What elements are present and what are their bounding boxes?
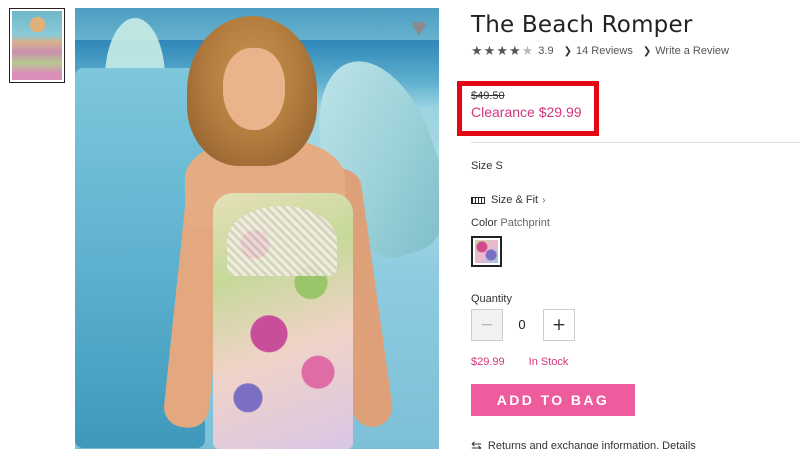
- quantity-decrement-button[interactable]: −: [471, 309, 503, 341]
- image-face: [223, 48, 285, 130]
- rating-value: 3.9: [538, 45, 554, 57]
- rating-row: ★★★★★ 3.9 ❯ 14 Reviews ❯ Write a Review: [471, 43, 729, 59]
- write-review-link[interactable]: ❯ Write a Review: [643, 45, 729, 57]
- divider: [471, 142, 800, 143]
- star-icon: ★: [471, 43, 484, 58]
- returns-text: Returns and exchange information. Detail…: [487, 440, 696, 449]
- star-rating[interactable]: ★★★★★: [471, 43, 534, 59]
- color-swatch-patchprint[interactable]: [471, 236, 502, 267]
- stock-row: $29.99 In Stock: [471, 356, 568, 368]
- color-value: Patchprint: [500, 217, 550, 229]
- quantity-value[interactable]: 0: [509, 317, 535, 332]
- quantity-increment-button[interactable]: +: [543, 309, 575, 341]
- star-empty-icon: ★: [521, 43, 535, 58]
- heart-icon[interactable]: ♥: [406, 14, 432, 40]
- star-icon: ★: [496, 43, 509, 58]
- write-review-label: Write a Review: [655, 45, 729, 57]
- add-to-bag-button[interactable]: ADD TO BAG: [471, 384, 635, 416]
- star-icon: ★: [508, 43, 522, 58]
- thumbnail-image: [12, 11, 62, 80]
- main-product-image: [75, 8, 439, 449]
- ruler-icon: [471, 196, 485, 204]
- product-thumbnail[interactable]: [9, 8, 65, 83]
- original-price: $49.50: [471, 90, 505, 102]
- size-selection: Size S: [471, 160, 503, 172]
- product-title: The Beach Romper: [471, 12, 693, 38]
- size-fit-label: Size & Fit: [491, 194, 539, 206]
- size-label: Size: [471, 160, 493, 172]
- quantity-label: Quantity: [471, 293, 512, 305]
- color-selection: Color Patchprint: [471, 217, 550, 229]
- chevron-right-icon: ❯: [642, 45, 652, 57]
- stock-status: In Stock: [528, 356, 569, 368]
- size-fit-link[interactable]: Size & Fit ›: [471, 194, 545, 206]
- chevron-right-icon: ❯: [563, 45, 572, 57]
- image-lace-top: [227, 206, 337, 276]
- star-icon: ★: [483, 43, 497, 58]
- returns-icon: ⇆: [471, 438, 482, 449]
- size-value: S: [495, 160, 503, 172]
- chevron-right-icon: ›: [542, 194, 546, 206]
- color-label: Color: [471, 217, 498, 229]
- returns-info[interactable]: ⇆ Returns and exchange information. Deta…: [471, 438, 696, 449]
- swatch-pattern: [475, 240, 498, 263]
- clearance-price: Clearance $29.99: [471, 104, 582, 120]
- reviews-link[interactable]: ❯ 14 Reviews: [564, 45, 633, 57]
- stock-price: $29.99: [471, 356, 505, 368]
- reviews-link-label: 14 Reviews: [575, 45, 633, 57]
